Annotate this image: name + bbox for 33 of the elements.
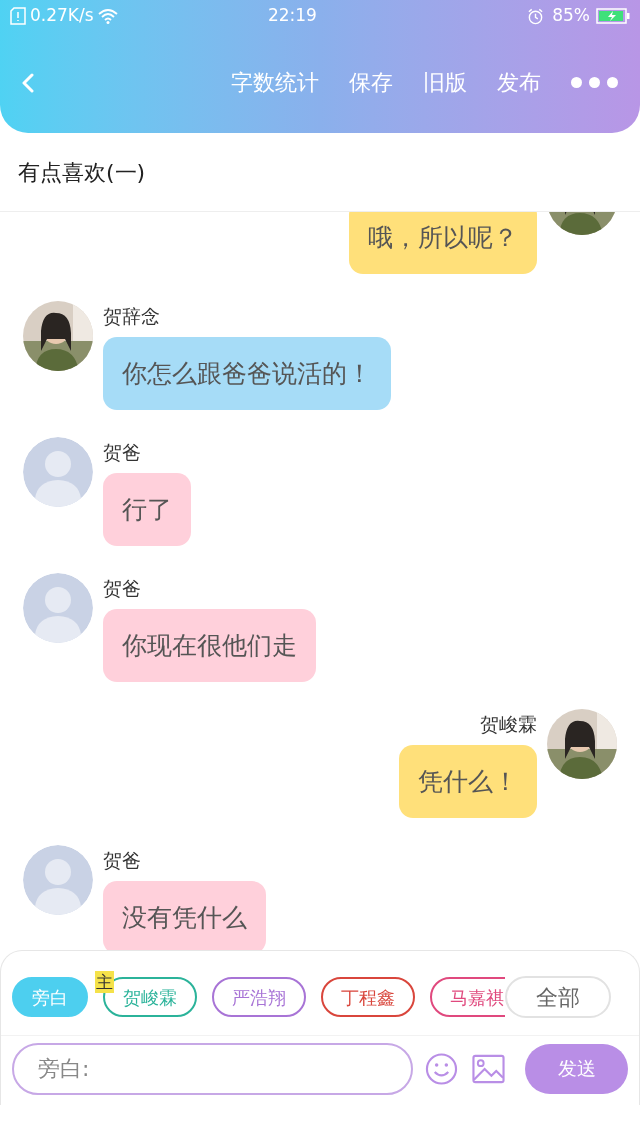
role-chip[interactable]: 丁程鑫: [321, 977, 415, 1017]
alarm-icon: [527, 7, 545, 25]
battery-percent: 85%: [552, 4, 590, 28]
wifi-icon: [97, 8, 118, 24]
message-bubble: 哦，所以呢？: [349, 212, 537, 274]
header-action[interactable]: 旧版: [423, 66, 467, 99]
image-icon[interactable]: [472, 1053, 506, 1084]
message-input[interactable]: 旁白:: [12, 1042, 414, 1095]
header-action[interactable]: 字数统计: [231, 66, 319, 99]
message-bubble: 你怎么跟爸爸说活的！: [103, 337, 391, 410]
header-action[interactable]: 发布: [497, 66, 541, 99]
back-icon: [22, 72, 34, 93]
message-bubble: 行了: [103, 473, 191, 546]
sim-card-icon: [10, 7, 26, 25]
sender-name: 贺爸: [103, 576, 141, 601]
role-chip[interactable]: 严浩翔: [212, 977, 306, 1017]
sender-name: 贺爸: [103, 440, 141, 465]
sender-name: 贺峻霖: [480, 712, 537, 737]
battery-icon: [596, 8, 630, 24]
clock-time: 22:19: [266, 4, 318, 28]
send-button[interactable]: 发送: [525, 1043, 628, 1094]
message-bubble: 你现在很他们走: [103, 609, 316, 682]
emoji-icon[interactable]: [425, 1051, 459, 1086]
sender-name: 贺辞念: [103, 304, 160, 329]
role-chip[interactable]: 旁白: [12, 977, 88, 1017]
message-bubble: 凭什么！: [399, 745, 537, 818]
message-bubble: 没有凭什么: [103, 881, 266, 950]
all-button[interactable]: 全部: [505, 976, 611, 1018]
lead-badge: 主: [95, 971, 114, 993]
sender-name: 贺爸: [103, 848, 141, 873]
header-action[interactable]: 保存: [349, 66, 393, 99]
network-speed: 0.27K/s: [30, 4, 94, 28]
story-title: 有点喜欢(一): [18, 158, 146, 187]
